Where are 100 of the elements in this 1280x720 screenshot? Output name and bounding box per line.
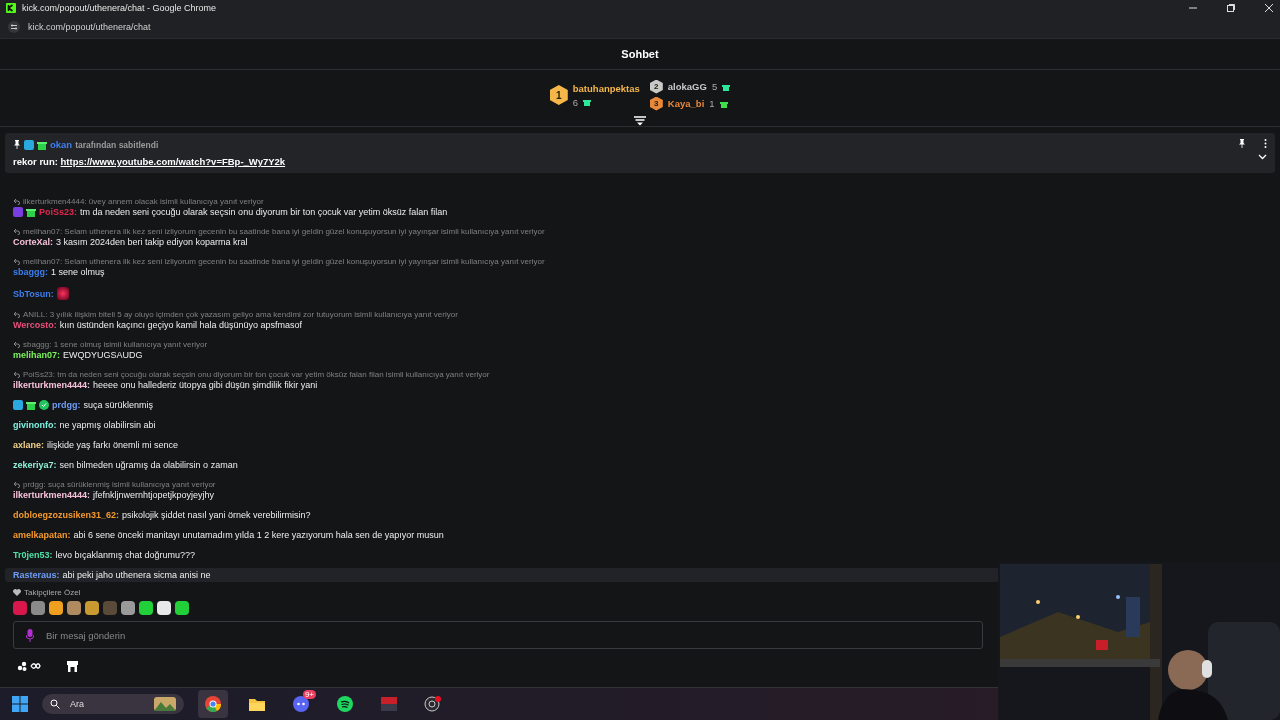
chat-username[interactable]: sbaggg: [13, 267, 48, 277]
chat-message: jfefnkljnwernhtjopetjkpoyjeyjhy [93, 490, 215, 500]
taskbar-app-button[interactable] [198, 690, 228, 718]
gift-icon [722, 82, 731, 91]
emote-icon[interactable] [157, 601, 171, 615]
heart-icon [13, 589, 21, 596]
subscriber-badge-icon [13, 207, 23, 217]
search-icon [50, 699, 60, 709]
points-icon[interactable] [17, 661, 41, 671]
chat-username[interactable]: zekeriya7: [13, 460, 57, 470]
chat-message: psikolojik şiddet nasıl yani örnek verebilirmisin? [122, 510, 311, 520]
rank-icon: 3 [649, 96, 663, 111]
chat-message: 3 kasım 2024den beri takip ediyon koparma kral [56, 237, 248, 247]
message-text-input[interactable]: Bir mesaj gönderin [44, 628, 970, 642]
reply-icon [13, 371, 20, 378]
chat-username[interactable]: ilkerturkmen4444: [13, 490, 91, 500]
pinned-text: rekor run: https://www.youtube.com/watch?v=FBp-_Wy7Y2k [13, 156, 286, 167]
chat-message: 1 sene olmuş [51, 267, 105, 277]
more-icon[interactable] [1264, 139, 1267, 148]
chat-app-icon [293, 696, 309, 712]
chat-username[interactable]: amelkapatan: [13, 530, 71, 540]
gift-count: 5 [711, 81, 718, 92]
reply-icon [13, 258, 20, 265]
reply-icon [13, 228, 20, 235]
search-text-input[interactable]: Ara [68, 698, 146, 710]
filter-icon[interactable] [634, 116, 646, 126]
emote-icon[interactable] [67, 601, 81, 615]
chat-username[interactable]: givinonfo: [13, 420, 57, 430]
followers-only-label: Takipçilere Özel [24, 588, 81, 597]
microphone-icon[interactable] [26, 628, 34, 642]
chat-username[interactable]: melihan07: [13, 350, 61, 360]
gift-icon [583, 98, 592, 106]
chat-username[interactable]: CorteXal: [13, 237, 53, 247]
chevron-down-icon[interactable] [1258, 154, 1267, 160]
gift-icon [719, 99, 728, 108]
chat-username[interactable]: Wercosto: [13, 320, 57, 330]
reply-context: ANILL: 3 yıllık ilişkim biteli 5 ay oluyo içimden çok yazasım geliyo ama kendimi zor tutuyorum isimli kullanıcıya yanıt veriyor [23, 310, 458, 319]
reply-icon [13, 311, 20, 318]
emote-icon [56, 287, 69, 300]
pin-icon [13, 140, 21, 149]
restore-icon[interactable] [1226, 3, 1236, 13]
chat-message: EWQDYUGSAUDG [63, 350, 143, 360]
chat-message: tm da neden seni çocuğu olarak seçsin onu diyorum bir ton çocuk var yetim öksüz falan filan [80, 207, 448, 217]
badge-icon [24, 139, 34, 150]
gift-badge-icon [26, 400, 36, 410]
message-input[interactable]: Bir mesaj gönderin [13, 621, 983, 649]
chat-username[interactable]: PoiSs23: [39, 207, 78, 217]
badge-icon [13, 400, 23, 410]
reply-icon [13, 481, 20, 488]
reply-icon [13, 341, 20, 348]
reply-context: ilkerturkmen4444: üvey annem olacak isimli kullanıcıya yanıt veriyor [23, 197, 264, 206]
taskbar-search[interactable]: Ara [42, 694, 184, 714]
site-settings-icon[interactable] [8, 21, 20, 33]
emote-icon[interactable] [31, 601, 45, 615]
reply-context: sbaggg: 1 sene olmuş isimli kullanıcıya yanıt veriyor [23, 340, 208, 349]
chat-username[interactable]: ilkerturkmen4444: [13, 380, 91, 390]
address-bar[interactable]: kick.com/popout/uthenera/chat [28, 22, 151, 32]
rank-icon: 1 [549, 85, 568, 105]
site-logo-icon [6, 3, 16, 13]
emote-icon[interactable] [85, 601, 99, 615]
chat-message: suça sürüklenmiş [83, 400, 154, 410]
store-icon[interactable] [67, 660, 78, 672]
chat-message: ilişkide yaş farkı önemli mi sence [47, 440, 179, 450]
chat-message: abi peki jaho uthenera sicma anisi ne [62, 570, 211, 580]
mixer-app-icon [381, 697, 397, 711]
pin-icon[interactable] [1238, 139, 1246, 148]
emote-icon[interactable] [175, 601, 189, 615]
chat-username[interactable]: Tr0jen53: [13, 550, 53, 560]
close-icon[interactable] [1264, 3, 1274, 13]
notification-badge: 9+ [302, 690, 316, 699]
chat-message: sen bilmeden uğramış da olabilirsin o zaman [59, 460, 238, 470]
emote-icon[interactable] [49, 601, 63, 615]
leaderboard-name[interactable]: batuhanpektas [572, 82, 640, 94]
reply-icon [13, 198, 20, 205]
verified-badge-icon [39, 400, 49, 410]
reply-context: melihan07: Selam uthenera ilk kez seni izliyorum gecenin bu saatinde bana iyi geldin güzel konuşuyorsun iyi yayınşar isimli kullanıcıya yanıt veriyor [23, 227, 545, 236]
music-icon [337, 696, 353, 712]
chat-message: ne yapmış olabilirsin abi [59, 420, 156, 430]
window-title: kick.com/popout/uthenera/chat - Google Chrome [22, 3, 218, 13]
chat-message: heeee onu hallederiz ütopya gibi düşün şimdilik fikir yani [93, 380, 318, 390]
emote-icon[interactable] [139, 601, 153, 615]
chat-username[interactable]: Rasteraus: [13, 570, 60, 580]
emote-icon[interactable] [121, 601, 135, 615]
leaderboard-name[interactable]: Kaya_bi [667, 98, 705, 109]
emote-icon[interactable] [13, 601, 27, 615]
start-icon[interactable] [12, 696, 28, 712]
gift-badge-icon [37, 139, 47, 150]
gift-badge-icon [26, 207, 36, 217]
chat-username[interactable]: axlane: [13, 440, 45, 450]
taskbar-app-button[interactable]: 9+ [286, 690, 316, 718]
pinned-link[interactable]: https://www.youtube.com/watch?v=FBp-_Wy7Y2k [60, 156, 286, 167]
chat-message: kıın üstünden kaçıncı geçiyo kamil hala düşünüyo apsfmasof [59, 320, 302, 330]
browser-icon [205, 696, 221, 712]
chat-username[interactable]: dobloegzozusiken31_62: [13, 510, 120, 520]
chat-username[interactable]: prdgg: [52, 400, 81, 410]
gift-count: 1 [709, 98, 715, 109]
chat-username[interactable]: SbTosun: [13, 288, 54, 299]
pinned-by-user[interactable]: okan [50, 139, 73, 150]
folder-icon [249, 697, 265, 711]
leaderboard-name[interactable]: alokaGG [667, 81, 707, 92]
